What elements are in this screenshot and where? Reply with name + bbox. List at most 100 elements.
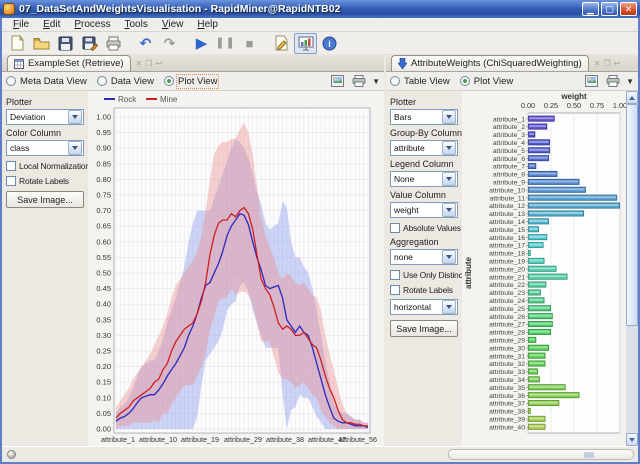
save-image-button[interactable]: Save Image...: [6, 191, 84, 208]
app-icon: [3, 3, 15, 15]
group-by-column-select[interactable]: attribute: [390, 140, 458, 156]
detach-tab-icon[interactable]: ❐: [603, 60, 610, 68]
svg-text:0.55: 0.55: [96, 253, 111, 262]
weights-bar-chart[interactable]: weightattribute0.000.250.500.751.00attri…: [462, 91, 626, 446]
svg-text:attribute_27: attribute_27: [489, 322, 525, 329]
absolute-values-label: Absolute Values: [403, 223, 461, 233]
tab-attributeweights[interactable]: AttributeWeights (ChiSquaredWeighting): [391, 55, 589, 71]
info-button[interactable]: i: [318, 33, 341, 54]
close-tab-icon[interactable]: ✕: [136, 60, 143, 68]
svg-text:attribute_25: attribute_25: [489, 306, 525, 313]
left-tab-strip: ExampleSet (Retrieve) ✕ ❐ ↩: [2, 54, 384, 72]
horizontal-scrollbar[interactable]: [448, 449, 634, 460]
save-as-button[interactable]: [78, 33, 101, 54]
use-only-distinct-checkbox[interactable]: [390, 270, 400, 280]
scrollbar-track[interactable]: [626, 326, 638, 433]
local-normalization-checkbox[interactable]: [6, 161, 16, 171]
svg-text:attribute_13: attribute_13: [489, 211, 525, 218]
scroll-down-button[interactable]: [626, 433, 638, 446]
radio-data-view[interactable]: [97, 76, 107, 86]
svg-text:attribute_31: attribute_31: [489, 353, 525, 360]
menu-edit[interactable]: Edit: [36, 19, 67, 30]
menu-help[interactable]: Help: [190, 19, 225, 30]
tab-exampleset[interactable]: ExampleSet (Retrieve): [7, 55, 131, 71]
print-view-button[interactable]: [604, 74, 622, 89]
print-button[interactable]: [102, 33, 125, 54]
svg-text:0.95: 0.95: [96, 128, 111, 137]
print-options-caret[interactable]: ▼: [372, 77, 380, 86]
stop-button[interactable]: ■: [238, 33, 261, 54]
results-view-button[interactable]: [294, 33, 317, 54]
attributeweights-panel: AttributeWeights (ChiSquaredWeighting) ✕…: [386, 54, 638, 446]
orientation-select[interactable]: horizontal: [390, 299, 458, 315]
undo-button[interactable]: ↶: [134, 33, 157, 54]
svg-text:attribute_40: attribute_40: [489, 424, 525, 431]
save-image-button[interactable]: Save Image...: [390, 320, 458, 337]
new-button[interactable]: [6, 33, 29, 54]
svg-text:0.25: 0.25: [96, 347, 111, 356]
dropdown-arrow-icon[interactable]: [442, 250, 456, 264]
save-button[interactable]: [54, 33, 77, 54]
menu-process[interactable]: Process: [67, 19, 117, 30]
export-image-button[interactable]: [582, 74, 600, 89]
scrollbar-thumb[interactable]: [626, 104, 638, 326]
maximize-button[interactable]: ▢: [601, 2, 618, 16]
aggregation-select[interactable]: none: [390, 249, 458, 265]
close-button[interactable]: ✕: [620, 2, 637, 16]
dropdown-arrow-icon[interactable]: [442, 172, 456, 186]
deviation-chart[interactable]: 0.000.050.100.150.200.250.300.350.400.45…: [88, 91, 384, 446]
dropdown-arrow-icon[interactable]: [442, 203, 456, 217]
svg-text:attribute_15: attribute_15: [489, 227, 525, 234]
legend-column-select[interactable]: None: [390, 171, 458, 187]
plotter-select[interactable]: Bars: [390, 109, 458, 125]
run-button[interactable]: ▶: [190, 33, 213, 54]
scroll-up-button[interactable]: [626, 91, 638, 104]
radio-label-table-view[interactable]: Table View: [404, 76, 450, 87]
pause-button[interactable]: ❚❚: [214, 33, 237, 54]
new-note-button[interactable]: [270, 33, 293, 54]
radio-plot-view[interactable]: [164, 76, 174, 86]
svg-text:attribute_29: attribute_29: [224, 435, 262, 444]
menu-tools[interactable]: Tools: [117, 19, 154, 30]
vertical-scrollbar[interactable]: [626, 91, 638, 446]
svg-text:1.00: 1.00: [96, 113, 111, 122]
radio-label-plot-view-right[interactable]: Plot View: [474, 76, 513, 87]
export-image-button[interactable]: [328, 74, 346, 89]
radio-plot-view-right[interactable]: [460, 76, 470, 86]
plotter-select[interactable]: Deviation: [6, 109, 84, 125]
radio-meta-data-view[interactable]: [6, 76, 16, 86]
dropdown-arrow-icon[interactable]: [442, 110, 456, 124]
redo-button[interactable]: ↷: [158, 33, 181, 54]
plotter-value: Bars: [391, 112, 441, 122]
rotate-labels-checkbox[interactable]: [390, 285, 400, 295]
minimize-button[interactable]: ▁: [582, 2, 599, 16]
dropdown-arrow-icon[interactable]: [68, 141, 82, 155]
dropdown-arrow-icon[interactable]: [68, 110, 82, 124]
print-options-caret[interactable]: ▼: [626, 77, 634, 86]
detach-tab-icon[interactable]: ❐: [145, 60, 152, 68]
radio-table-view[interactable]: [390, 76, 400, 86]
dock-tab-icon[interactable]: ↩: [155, 60, 162, 68]
svg-text:attribute_11: attribute_11: [490, 195, 526, 202]
radio-label-plot-view[interactable]: Plot View: [178, 76, 217, 87]
radio-label-meta-data-view[interactable]: Meta Data View: [20, 76, 87, 87]
color-column-select[interactable]: class: [6, 140, 84, 156]
svg-text:0.20: 0.20: [96, 362, 111, 371]
rotate-labels-checkbox[interactable]: [6, 176, 16, 186]
value-column-select[interactable]: weight: [390, 202, 458, 218]
close-tab-icon[interactable]: ✕: [594, 60, 601, 68]
print-view-button[interactable]: [350, 74, 368, 89]
dropdown-arrow-icon[interactable]: [442, 300, 456, 314]
local-normalization-row: Local Normalization: [6, 161, 84, 171]
open-button[interactable]: [30, 33, 53, 54]
svg-text:attribute_39: attribute_39: [489, 416, 525, 423]
absolute-values-checkbox[interactable]: [390, 223, 400, 233]
dock-tab-icon[interactable]: ↩: [614, 60, 621, 68]
svg-text:0.05: 0.05: [96, 409, 111, 418]
menu-file[interactable]: File: [6, 19, 36, 30]
horizontal-scrollbar-thumb[interactable]: [584, 452, 594, 458]
radio-label-data-view[interactable]: Data View: [111, 76, 154, 87]
dropdown-arrow-icon[interactable]: [442, 141, 456, 155]
menu-view[interactable]: View: [155, 19, 191, 30]
color-column-label: Color Column: [6, 128, 84, 138]
